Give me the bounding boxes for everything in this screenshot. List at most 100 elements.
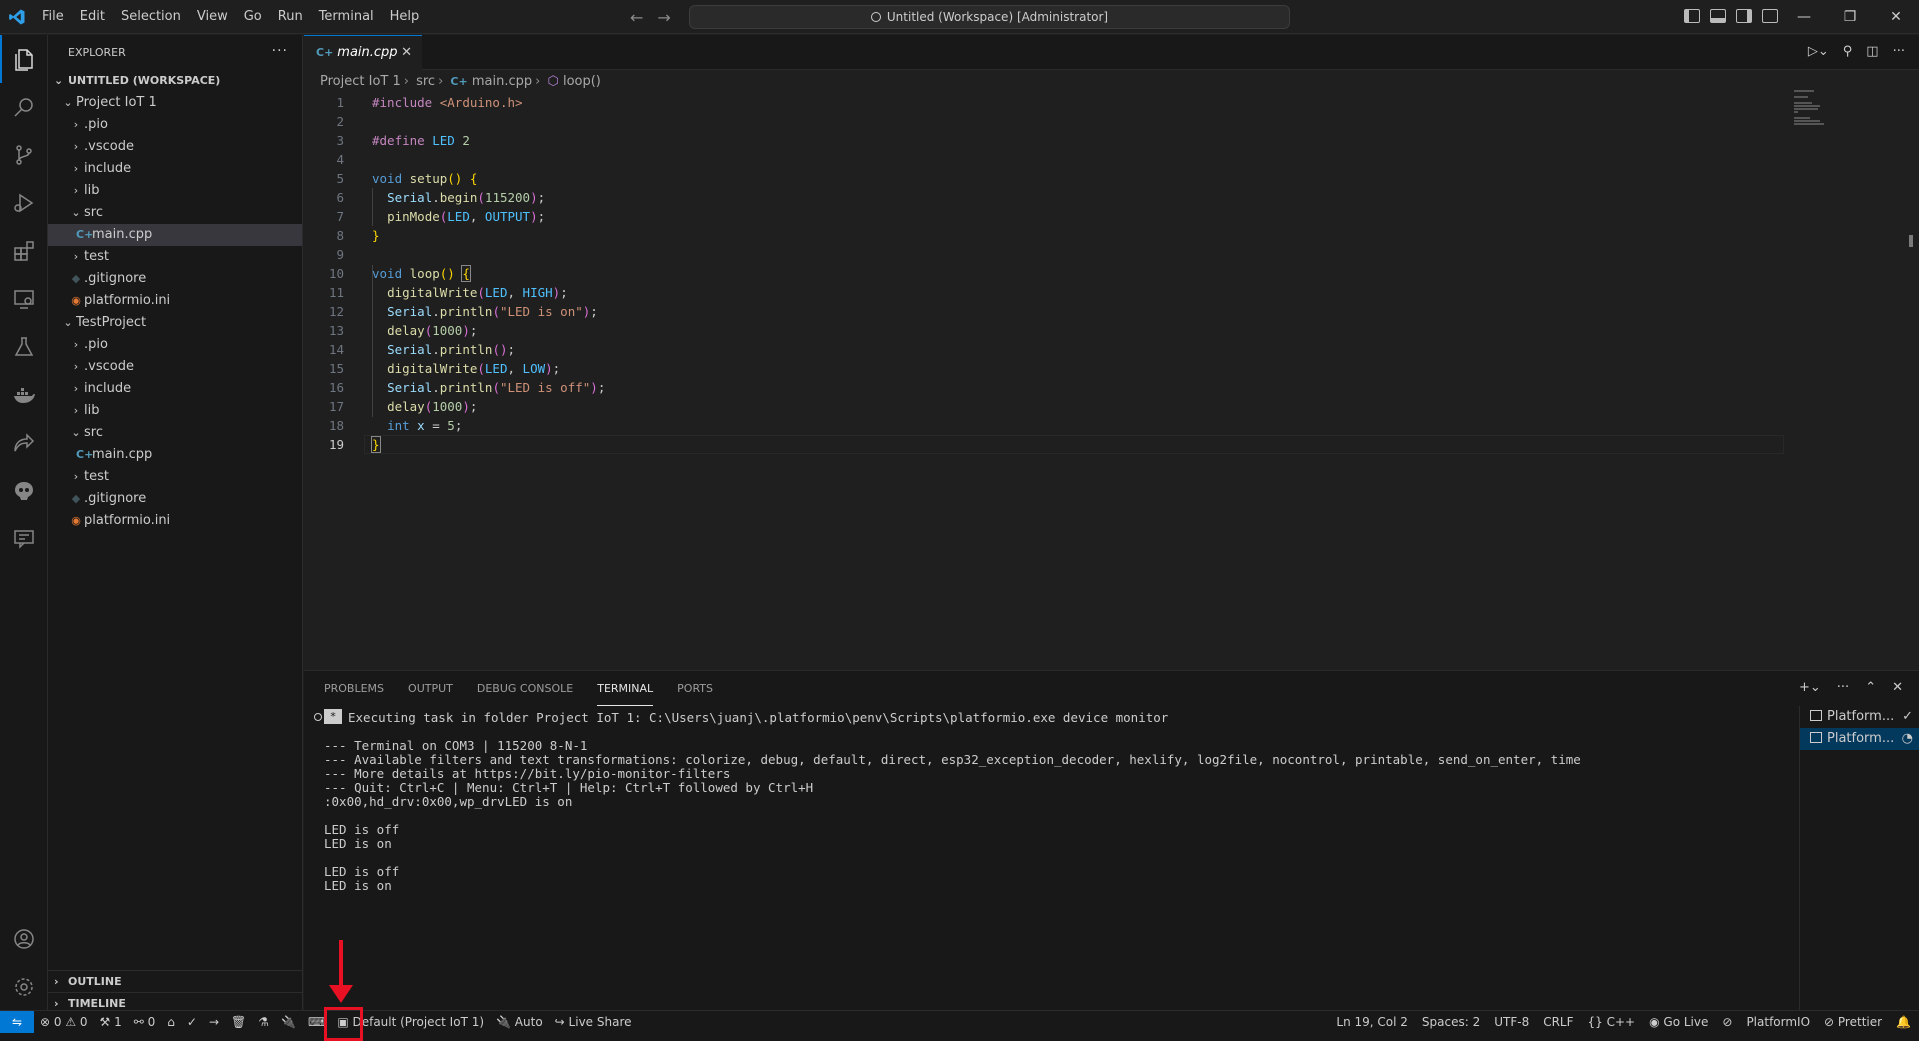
- close-tab-icon[interactable]: ✕: [401, 36, 412, 70]
- terminal-output[interactable]: * Executing task in folder Project IoT 1:…: [314, 706, 1789, 1011]
- breadcrumb-project[interactable]: Project IoT 1: [320, 74, 401, 89]
- encoding[interactable]: UTF-8: [1494, 1011, 1529, 1033]
- split-editor-icon[interactable]: ◫: [1866, 44, 1878, 59]
- command-center[interactable]: Untitled (Workspace) [Administrator]: [689, 5, 1290, 29]
- more-actions-icon[interactable]: ···: [272, 35, 288, 68]
- tree-folder[interactable]: › .pio: [48, 114, 302, 136]
- close-panel-icon[interactable]: ✕: [1892, 680, 1903, 695]
- run-icon[interactable]: ▷⌄: [1808, 44, 1829, 59]
- editor-scrollbar[interactable]: [1909, 235, 1913, 247]
- testing-icon[interactable]: [0, 323, 48, 371]
- comments-icon[interactable]: [0, 515, 48, 563]
- remote-indicator-icon[interactable]: ⇋: [0, 1011, 34, 1033]
- pio-home-icon[interactable]: ⌂: [167, 1011, 175, 1033]
- language-mode[interactable]: {} C++: [1588, 1011, 1636, 1033]
- menu-help[interactable]: Help: [382, 0, 428, 34]
- tab-output[interactable]: OUTPUT: [408, 671, 453, 706]
- customize-layout-icon[interactable]: [1762, 9, 1778, 23]
- tree-folder[interactable]: › lib: [48, 180, 302, 202]
- platformio-status[interactable]: PlatformIO: [1746, 1011, 1810, 1033]
- workspace-header[interactable]: ⌄ UNTITLED (WORKSPACE): [48, 70, 302, 92]
- breadcrumb-file[interactable]: main.cpp: [472, 74, 532, 89]
- pio-port-switcher[interactable]: 🔌 Auto: [496, 1011, 543, 1033]
- pio-clean-icon[interactable]: 🗑: [231, 1011, 246, 1033]
- search-view-icon[interactable]: [0, 83, 48, 131]
- menu-view[interactable]: View: [189, 0, 236, 34]
- tree-folder[interactable]: ⌄ src: [48, 202, 302, 224]
- live-share-button[interactable]: ↪ Live Share: [555, 1011, 632, 1033]
- platformio-icon[interactable]: [0, 467, 48, 515]
- tree-folder[interactable]: › test: [48, 466, 302, 488]
- notifications-bell-icon[interactable]: 🔔: [1896, 1011, 1911, 1033]
- menu-terminal[interactable]: Terminal: [311, 0, 382, 34]
- terminal-instance[interactable]: Platform... ◔: [1800, 728, 1919, 750]
- minimap[interactable]: [1794, 90, 1834, 130]
- tab-main-cpp[interactable]: C+ main.cpp ✕: [304, 35, 422, 70]
- indentation[interactable]: Spaces: 2: [1422, 1011, 1480, 1033]
- copilot-icon[interactable]: ⊘: [1722, 1011, 1732, 1033]
- tab-problems[interactable]: PROBLEMS: [324, 671, 384, 706]
- menu-run[interactable]: Run: [270, 0, 311, 34]
- tree-folder[interactable]: › lib: [48, 400, 302, 422]
- tree-folder[interactable]: ⌄ Project IoT 1: [48, 92, 302, 114]
- tree-folder[interactable]: › include: [48, 158, 302, 180]
- end-of-line[interactable]: CRLF: [1543, 1011, 1573, 1033]
- pio-tasks-indicator[interactable]: ⚒ 1: [100, 1011, 122, 1033]
- remote-explorer-icon[interactable]: [0, 275, 48, 323]
- accounts-icon[interactable]: [0, 915, 48, 963]
- minimize-icon[interactable]: —: [1781, 0, 1827, 34]
- prettier-status[interactable]: ⊘ Prettier: [1824, 1011, 1882, 1033]
- close-window-icon[interactable]: ✕: [1873, 0, 1919, 34]
- more-actions-icon[interactable]: ···: [1837, 680, 1849, 695]
- pio-build-icon[interactable]: ✓: [187, 1011, 197, 1033]
- extensions-icon[interactable]: [0, 227, 48, 275]
- more-actions-icon[interactable]: ···: [1893, 44, 1905, 59]
- toggle-panel-icon[interactable]: [1710, 9, 1726, 23]
- pio-test-icon[interactable]: ⚗: [258, 1011, 269, 1033]
- pio-upload-icon[interactable]: →: [209, 1011, 219, 1033]
- new-terminal-icon[interactable]: +⌄: [1799, 680, 1821, 695]
- tab-terminal[interactable]: TERMINAL: [597, 671, 654, 706]
- explorer-icon[interactable]: [0, 35, 48, 83]
- tree-file[interactable]: C+main.cpp: [48, 444, 302, 466]
- docker-icon[interactable]: [0, 371, 48, 419]
- terminal-instance[interactable]: Platform... ✓: [1800, 706, 1919, 728]
- live-share-icon[interactable]: [0, 419, 48, 467]
- tree-folder[interactable]: ⌄ TestProject: [48, 312, 302, 334]
- forward-arrow-icon[interactable]: →: [657, 8, 670, 27]
- tree-file[interactable]: ◆ .gitignore: [48, 488, 302, 510]
- toggle-primary-sidebar-icon[interactable]: [1684, 9, 1700, 23]
- tree-folder[interactable]: › .vscode: [48, 136, 302, 158]
- tree-folder[interactable]: › include: [48, 378, 302, 400]
- tree-folder[interactable]: › .pio: [48, 334, 302, 356]
- menu-go[interactable]: Go: [236, 0, 270, 34]
- tab-debug-console[interactable]: DEBUG CONSOLE: [477, 671, 573, 706]
- breadcrumb-symbol[interactable]: loop(): [563, 74, 601, 89]
- tree-folder[interactable]: › .vscode: [48, 356, 302, 378]
- tree-folder[interactable]: › test: [48, 246, 302, 268]
- maximize-panel-icon[interactable]: ⌃: [1865, 680, 1876, 695]
- tree-folder[interactable]: ⌄ src: [48, 422, 302, 444]
- pio-serial-monitor-icon[interactable]: 🔌: [281, 1011, 296, 1033]
- tree-file[interactable]: ◉ platformio.ini: [48, 290, 302, 312]
- settings-gear-icon[interactable]: [0, 963, 48, 1011]
- ports-indicator[interactable]: ⚯ 0: [134, 1011, 156, 1033]
- platformio-upload-icon[interactable]: ⚲: [1843, 44, 1853, 59]
- breadcrumb-src[interactable]: src: [416, 74, 435, 89]
- problems-indicator[interactable]: ⊗ 0 ⚠ 0: [40, 1011, 88, 1033]
- menu-selection[interactable]: Selection: [113, 0, 189, 34]
- tree-file[interactable]: ◆ .gitignore: [48, 268, 302, 290]
- run-debug-icon[interactable]: [0, 179, 48, 227]
- toggle-secondary-sidebar-icon[interactable]: [1736, 9, 1752, 23]
- tree-file[interactable]: ◉ platformio.ini: [48, 510, 302, 532]
- cursor-position[interactable]: Ln 19, Col 2: [1336, 1011, 1408, 1033]
- pio-terminal-icon[interactable]: ⌨: [308, 1011, 325, 1033]
- restore-icon[interactable]: ❐: [1827, 0, 1873, 34]
- outline-section[interactable]: › OUTLINE: [48, 970, 302, 992]
- menu-edit[interactable]: Edit: [72, 0, 113, 34]
- tab-ports[interactable]: PORTS: [677, 671, 713, 706]
- go-live-button[interactable]: ◉ Go Live: [1649, 1011, 1708, 1033]
- tree-file[interactable]: C+main.cpp: [48, 224, 302, 246]
- menu-file[interactable]: File: [34, 0, 72, 34]
- source-control-icon[interactable]: [0, 131, 48, 179]
